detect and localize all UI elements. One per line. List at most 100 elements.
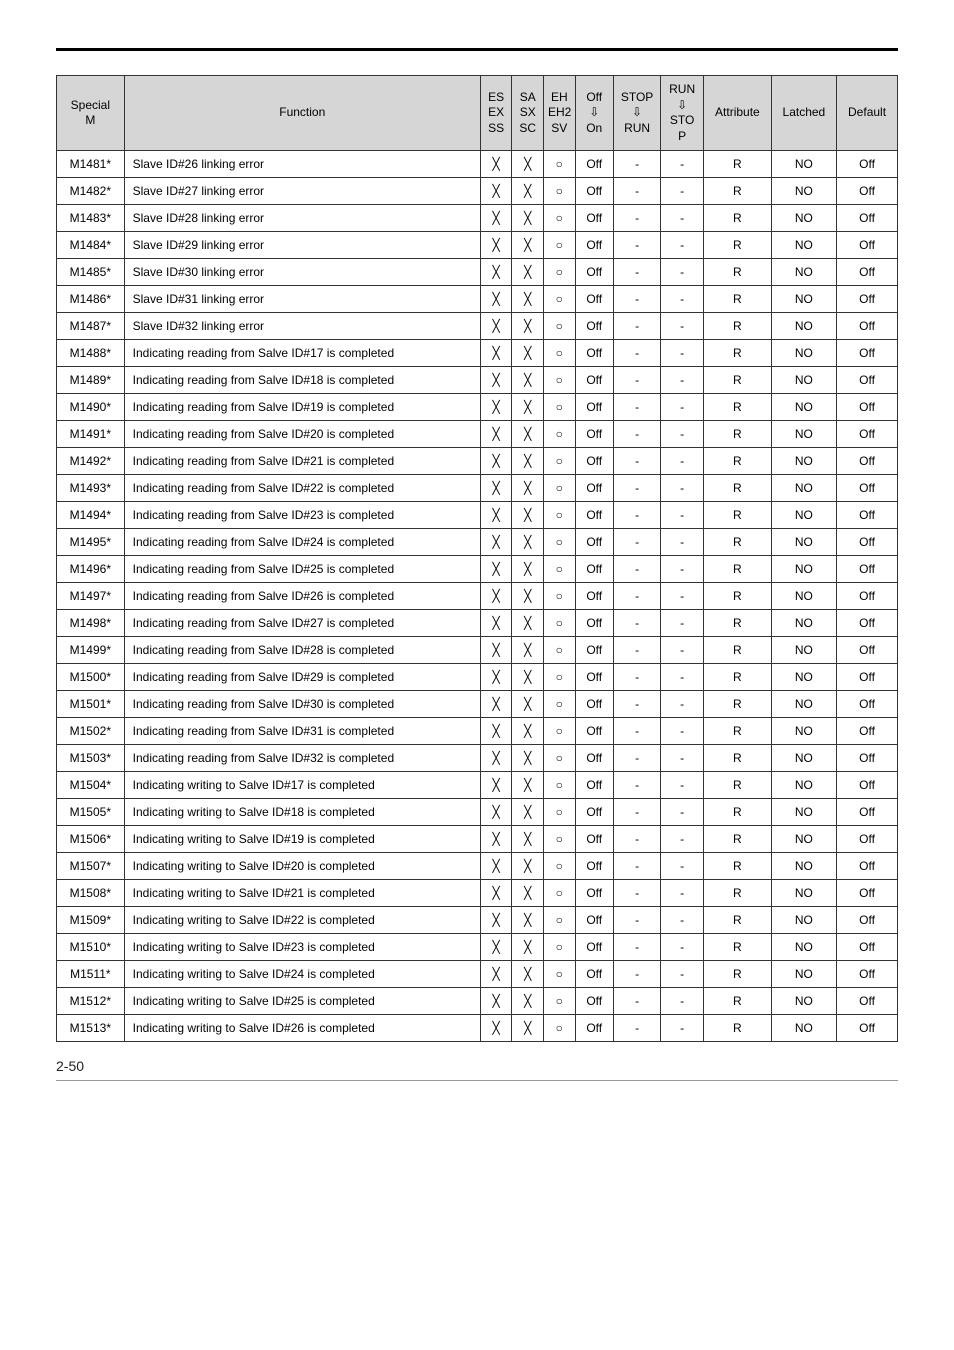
header-default: Default (837, 76, 898, 151)
cell-latched: NO (771, 718, 836, 745)
cell-stop: - (613, 772, 660, 799)
cell-run: - (661, 475, 704, 502)
cell-stop: - (613, 313, 660, 340)
cell-default: Off (837, 988, 898, 1015)
header-run2-label: RUN (669, 82, 695, 96)
cell-eh: ○ (544, 664, 576, 691)
cell-latched: NO (771, 1015, 836, 1042)
cell-function: Indicating writing to Salve ID#19 is com… (124, 826, 480, 853)
cell-latched: NO (771, 151, 836, 178)
cell-stop: - (613, 340, 660, 367)
header-es-ex-ss: ESEXSS (480, 76, 512, 151)
cell-attribute: R (704, 745, 772, 772)
cell-stop: - (613, 934, 660, 961)
cell-function: Indicating reading from Salve ID#29 is c… (124, 664, 480, 691)
cell-attribute: R (704, 340, 772, 367)
cell-eh: ○ (544, 232, 576, 259)
cell-attribute: R (704, 583, 772, 610)
table-row: M1510*Indicating writing to Salve ID#23 … (57, 934, 898, 961)
cell-default: Off (837, 934, 898, 961)
cell-attribute: R (704, 556, 772, 583)
cell-off: Off (575, 556, 613, 583)
table-row: M1491*Indicating reading from Salve ID#2… (57, 421, 898, 448)
cell-sa: ╳ (512, 583, 544, 610)
cell-stop: - (613, 259, 660, 286)
cell-function: Slave ID#26 linking error (124, 151, 480, 178)
header-off-on: Off ⇩ On (575, 76, 613, 151)
cell-es: ╳ (480, 637, 512, 664)
cell-default: Off (837, 151, 898, 178)
cell-special-m: M1510* (57, 934, 125, 961)
cell-off: Off (575, 799, 613, 826)
cell-off: Off (575, 988, 613, 1015)
table-row: M1483*Slave ID#28 linking error╳╳○Off--R… (57, 205, 898, 232)
cell-special-m: M1494* (57, 502, 125, 529)
cell-latched: NO (771, 529, 836, 556)
cell-special-m: M1501* (57, 691, 125, 718)
cell-off: Off (575, 232, 613, 259)
cell-stop: - (613, 988, 660, 1015)
cell-special-m: M1491* (57, 421, 125, 448)
cell-off: Off (575, 1015, 613, 1042)
cell-stop: - (613, 421, 660, 448)
cell-special-m: M1513* (57, 1015, 125, 1042)
header-off-label: Off (586, 90, 602, 104)
cell-off: Off (575, 934, 613, 961)
cell-eh: ○ (544, 772, 576, 799)
cell-default: Off (837, 448, 898, 475)
cell-function: Indicating writing to Salve ID#20 is com… (124, 853, 480, 880)
cell-off: Off (575, 421, 613, 448)
cell-function: Indicating writing to Salve ID#21 is com… (124, 880, 480, 907)
cell-eh: ○ (544, 961, 576, 988)
cell-default: Off (837, 475, 898, 502)
cell-run: - (661, 448, 704, 475)
cell-special-m: M1486* (57, 286, 125, 313)
cell-special-m: M1490* (57, 394, 125, 421)
cell-off: Off (575, 961, 613, 988)
cell-eh: ○ (544, 448, 576, 475)
cell-attribute: R (704, 232, 772, 259)
cell-latched: NO (771, 826, 836, 853)
cell-es: ╳ (480, 907, 512, 934)
cell-sa: ╳ (512, 502, 544, 529)
cell-es: ╳ (480, 1015, 512, 1042)
cell-run: - (661, 205, 704, 232)
header-run-stop: RUN ⇩ STOP (661, 76, 704, 151)
cell-sa: ╳ (512, 745, 544, 772)
cell-latched: NO (771, 394, 836, 421)
table-row: M1500*Indicating reading from Salve ID#2… (57, 664, 898, 691)
table-row: M1506*Indicating writing to Salve ID#19 … (57, 826, 898, 853)
cell-attribute: R (704, 988, 772, 1015)
cell-latched: NO (771, 367, 836, 394)
cell-attribute: R (704, 259, 772, 286)
cell-default: Off (837, 313, 898, 340)
cell-stop: - (613, 556, 660, 583)
cell-off: Off (575, 502, 613, 529)
cell-sa: ╳ (512, 664, 544, 691)
cell-attribute: R (704, 421, 772, 448)
cell-run: - (661, 988, 704, 1015)
cell-run: - (661, 556, 704, 583)
cell-off: Off (575, 745, 613, 772)
cell-off: Off (575, 610, 613, 637)
table-row: M1492*Indicating reading from Salve ID#2… (57, 448, 898, 475)
header-latched: Latched (771, 76, 836, 151)
cell-off: Off (575, 286, 613, 313)
header-attribute: Attribute (704, 76, 772, 151)
cell-run: - (661, 232, 704, 259)
cell-latched: NO (771, 313, 836, 340)
cell-off: Off (575, 205, 613, 232)
cell-default: Off (837, 637, 898, 664)
cell-attribute: R (704, 907, 772, 934)
cell-stop: - (613, 367, 660, 394)
cell-sa: ╳ (512, 178, 544, 205)
cell-es: ╳ (480, 691, 512, 718)
cell-attribute: R (704, 286, 772, 313)
cell-stop: - (613, 961, 660, 988)
cell-es: ╳ (480, 556, 512, 583)
cell-sa: ╳ (512, 529, 544, 556)
cell-sa: ╳ (512, 313, 544, 340)
cell-es: ╳ (480, 502, 512, 529)
cell-eh: ○ (544, 826, 576, 853)
cell-special-m: M1496* (57, 556, 125, 583)
